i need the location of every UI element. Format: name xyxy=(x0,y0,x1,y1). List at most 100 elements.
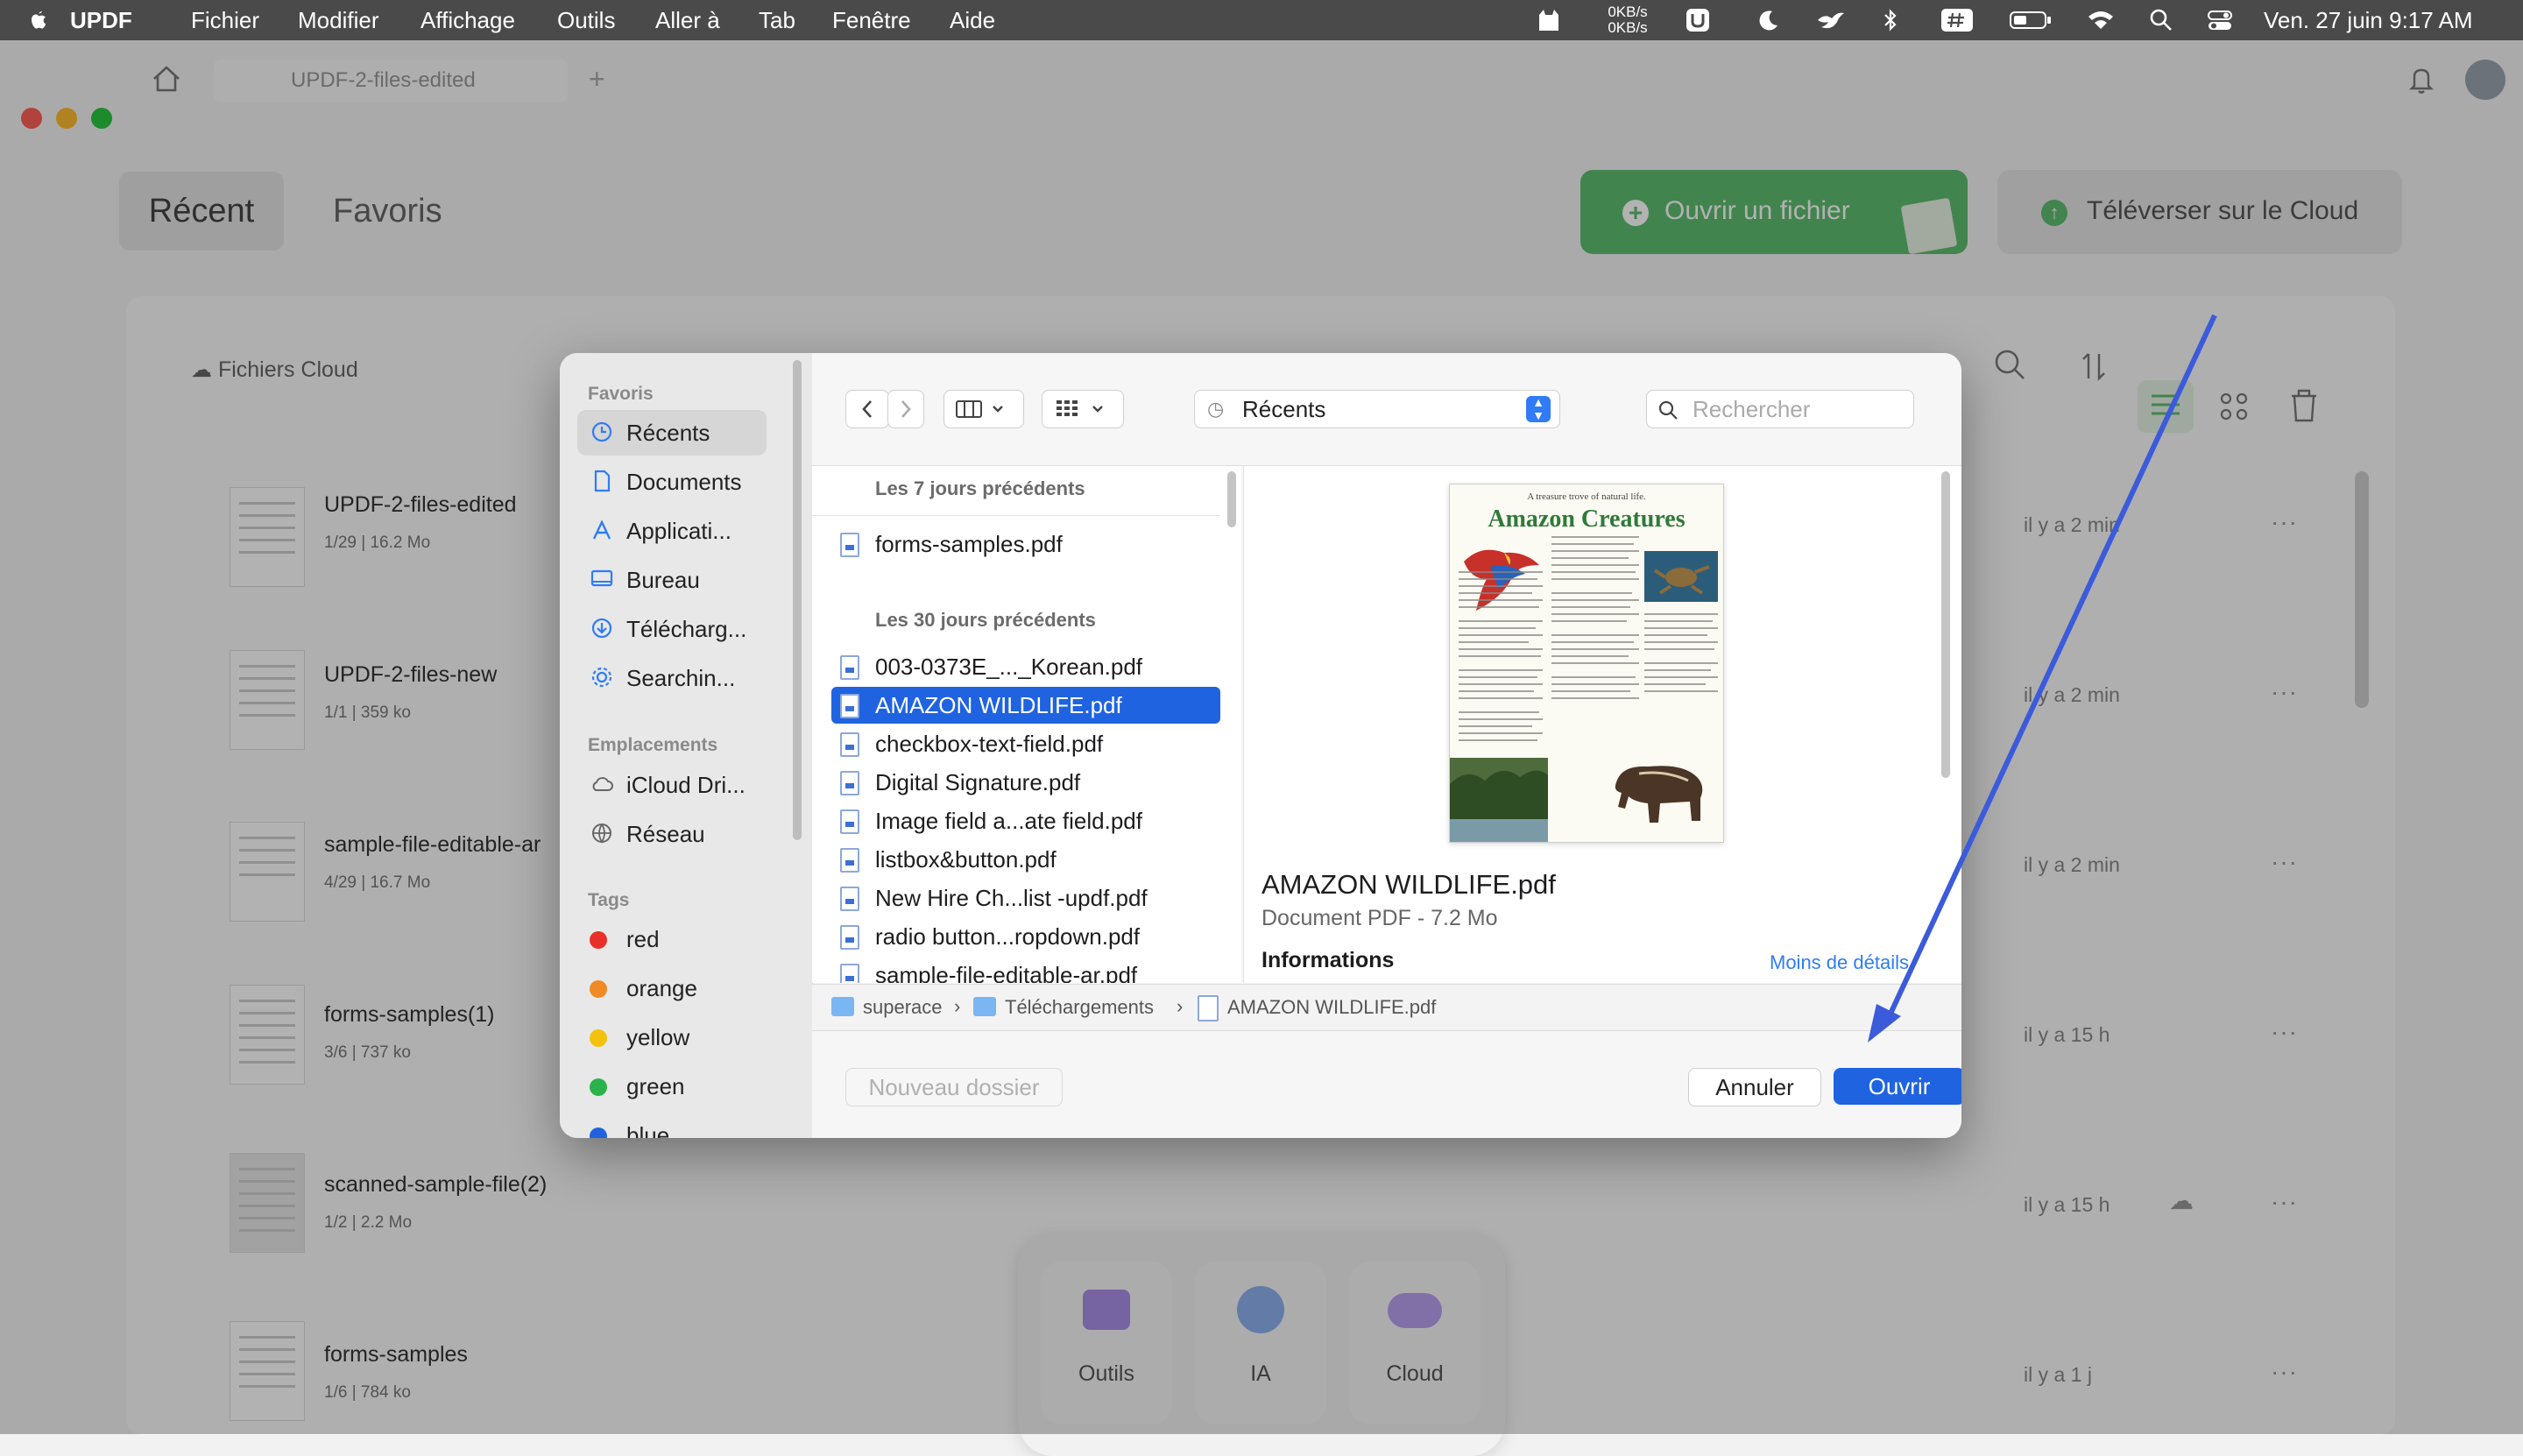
updf-status-icon[interactable] xyxy=(1684,8,1712,32)
tag-orange[interactable]: orange xyxy=(577,965,767,1011)
tag-green[interactable]: green xyxy=(577,1064,767,1109)
menu-aide[interactable]: Aide xyxy=(950,0,995,40)
tag-dot xyxy=(590,1029,607,1047)
column-view-button[interactable] xyxy=(943,390,1024,428)
list-item[interactable]: listbox&button.pdf xyxy=(831,841,1220,878)
bluetooth-icon[interactable] xyxy=(1878,8,1903,32)
list-item[interactable]: sample-file-editable-ar.pdf xyxy=(831,957,1220,983)
path-segment[interactable]: Téléchargements xyxy=(1005,996,1154,1019)
bird-icon[interactable] xyxy=(1815,8,1847,32)
tag-yellow[interactable]: yellow xyxy=(577,1014,767,1060)
sidebar-item-recents[interactable]: Récents xyxy=(577,410,767,456)
search-field[interactable]: Rechercher xyxy=(1646,390,1914,428)
app-menu[interactable]: UPDF xyxy=(70,0,132,40)
sidebar-item-label: Applicati... xyxy=(626,518,731,544)
sidebar-item-label: Bureau xyxy=(626,567,700,593)
sidebar-item-documents[interactable]: Documents xyxy=(577,459,767,505)
pdf-file-icon xyxy=(840,848,859,873)
path-segment[interactable]: AMAZON WILDLIFE.pdf xyxy=(1227,996,1436,1019)
wifi-icon[interactable] xyxy=(2085,8,2117,32)
pdf-file-icon xyxy=(840,771,859,795)
less-details-link[interactable]: Moins de détails xyxy=(1770,951,1945,974)
tag-label: green xyxy=(626,1073,685,1099)
list-item[interactable]: checkbox-text-field.pdf xyxy=(831,725,1220,762)
clock-icon xyxy=(590,421,614,445)
sidebar-scrollbar[interactable] xyxy=(793,360,802,840)
favorites-header: Favoris xyxy=(588,384,654,404)
sidebar-item-network[interactable]: Réseau xyxy=(577,811,767,857)
tag-dot xyxy=(590,931,607,949)
doc-title: Amazon Creatures xyxy=(1488,505,1686,533)
file-name: New Hire Ch...list -updf.pdf xyxy=(875,885,1148,911)
battery-icon[interactable] xyxy=(2008,8,2053,32)
text-column xyxy=(1551,534,1639,717)
sidebar-item-label: iCloud Dri... xyxy=(626,772,746,798)
file-name: radio button...ropdown.pdf xyxy=(875,923,1141,950)
list-item[interactable]: radio button...ropdown.pdf xyxy=(831,918,1220,955)
file-list-scrollbar[interactable] xyxy=(1227,471,1236,527)
gallery-view-button[interactable] xyxy=(1042,390,1124,428)
tag-blue[interactable]: blue xyxy=(577,1113,767,1138)
clock[interactable]: Ven. 27 juin 9:17 AM xyxy=(2264,0,2473,40)
new-folder-button[interactable]: Nouveau dossier xyxy=(845,1068,1063,1106)
tag-red[interactable]: red xyxy=(577,916,767,962)
preview-info-section: Informations xyxy=(1262,941,1612,983)
list-item-selected[interactable]: AMAZON WILDLIFE.pdf xyxy=(831,687,1220,724)
preview-pane: A treasure trove of natural life. Amazon… xyxy=(1243,466,1961,983)
forward-button[interactable] xyxy=(887,390,924,428)
pdf-file-icon xyxy=(840,533,859,557)
path-segment[interactable]: superace xyxy=(863,996,943,1019)
cancel-button[interactable]: Annuler xyxy=(1688,1068,1821,1106)
menu-outils[interactable]: Outils xyxy=(557,0,615,40)
sidebar-item-searching[interactable]: Searchin... xyxy=(577,655,767,701)
control-center-icon[interactable] xyxy=(2206,8,2234,32)
pdf-file-icon xyxy=(840,964,859,983)
pdf-file-icon xyxy=(840,694,859,718)
search-placeholder: Rechercher xyxy=(1693,396,1811,422)
list-item[interactable]: Image field a...ate field.pdf xyxy=(831,802,1220,839)
menu-fichier[interactable]: Fichier xyxy=(191,0,259,40)
sidebar-item-downloads[interactable]: Télécharg... xyxy=(577,606,767,652)
list-item[interactable]: New Hire Ch...list -updf.pdf xyxy=(831,880,1220,916)
download-icon xyxy=(590,617,614,641)
menu-affichage[interactable]: Affichage xyxy=(420,0,515,40)
menu-aller[interactable]: Aller à xyxy=(655,0,720,40)
tag-label: yellow xyxy=(626,1024,690,1050)
divider xyxy=(812,515,1220,516)
locations-header: Emplacements xyxy=(588,735,718,755)
location-select[interactable]: ◷ Récents ▲ ▼ xyxy=(1194,390,1560,428)
open-button[interactable]: Ouvrir xyxy=(1834,1068,1961,1105)
columns-icon xyxy=(956,400,1003,418)
back-button[interactable] xyxy=(845,390,889,428)
path-bar: superace › Téléchargements › AMAZON WILD… xyxy=(812,984,1961,1030)
menu-tab[interactable]: Tab xyxy=(759,0,795,40)
moon-icon[interactable] xyxy=(1754,8,1782,32)
list-item[interactable]: 003-0373E_..._Korean.pdf xyxy=(831,648,1220,685)
pdf-file-icon xyxy=(1198,995,1219,1021)
text-column xyxy=(1459,569,1543,753)
globe-icon xyxy=(590,822,614,846)
apple-icon[interactable] xyxy=(25,8,51,32)
net-down: 0KB/s xyxy=(1608,19,1648,36)
list-item[interactable]: forms-samples.pdf xyxy=(831,526,1220,562)
sidebar-item-label: Searchin... xyxy=(626,665,736,691)
tags-header: Tags xyxy=(588,890,630,910)
chevron-left-icon xyxy=(862,400,872,418)
sidebar-item-label: Documents xyxy=(626,469,742,495)
sidebar-item-desktop[interactable]: Bureau xyxy=(577,557,767,603)
list-item[interactable]: Digital Signature.pdf xyxy=(831,764,1220,801)
sidebar-item-applications[interactable]: Applicati... xyxy=(577,508,767,554)
preview-scrollbar[interactable] xyxy=(1941,471,1950,778)
menu-fenetre[interactable]: Fenêtre xyxy=(832,0,911,40)
hashtag-icon[interactable] xyxy=(1940,8,1975,32)
gear-icon xyxy=(590,666,614,690)
doc-tagline: A treasure trove of natural life. xyxy=(1527,491,1646,502)
preview-file-kind: Document PDF - 7.2 Mo xyxy=(1262,906,1498,930)
pdf-file-icon xyxy=(840,925,859,950)
desktop-icon xyxy=(590,568,614,592)
cat-icon[interactable] xyxy=(1535,8,1563,32)
sidebar-item-icloud[interactable]: iCloud Dri... xyxy=(577,762,767,808)
spotlight-search-icon[interactable] xyxy=(2148,8,2174,32)
group-header: Les 30 jours précédents xyxy=(875,609,1096,631)
menu-modifier[interactable]: Modifier xyxy=(298,0,378,40)
